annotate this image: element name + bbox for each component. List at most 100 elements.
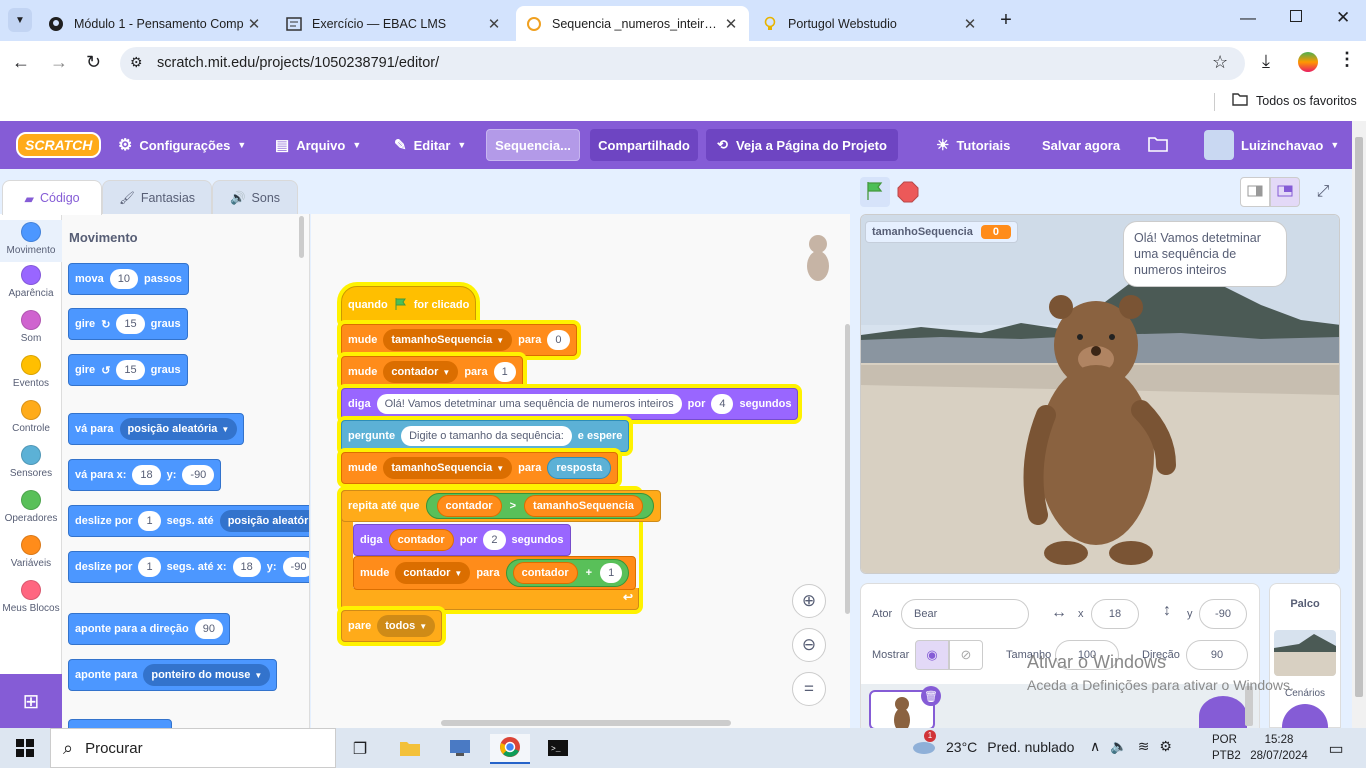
block-point-direction[interactable]: aponte para a direção 90 xyxy=(68,613,230,645)
settings-sync-icon[interactable]: ⚙ xyxy=(1159,738,1172,755)
page-scrollbar[interactable] xyxy=(1352,121,1366,728)
see-project-page-button[interactable]: ⟲ Veja a Página do Projeto xyxy=(706,129,898,161)
block-say-for-secs[interactable]: diga Olá! Vamos detetminar uma sequência … xyxy=(341,388,799,420)
file-explorer-button[interactable] xyxy=(390,734,430,764)
scrollbar-thumb[interactable] xyxy=(1355,137,1363,697)
scratch-logo[interactable]: SCRATCH xyxy=(16,121,102,169)
category-sound[interactable]: Som xyxy=(0,310,62,344)
forward-icon[interactable]: → xyxy=(50,52,68,73)
addend-input[interactable]: 1 xyxy=(600,563,623,583)
steps-input[interactable]: 10 xyxy=(109,269,138,289)
script-stack[interactable]: quando for clicado mude tamanhoSequencia ▼ p… xyxy=(339,282,799,652)
block-set-variable[interactable]: mude tamanhoSequencia ▼ para resposta xyxy=(341,452,619,484)
browser-tab-active[interactable]: Sequencia _numeros_inteiros on ✕ xyxy=(516,6,749,41)
tamanhosequencia-reporter[interactable]: tamanhoSequencia xyxy=(524,495,643,517)
variable-dropdown[interactable]: contador xyxy=(403,567,450,579)
y-position-input[interactable]: -90 xyxy=(1199,599,1247,629)
x-input[interactable]: 18 xyxy=(232,557,261,577)
stage-thumbnail[interactable] xyxy=(1274,630,1336,676)
size-input[interactable]: 100 xyxy=(1055,640,1119,670)
greater-than-operator[interactable]: contador > tamanhoSequencia xyxy=(425,493,654,519)
file-menu[interactable]: ▤ Arquivo ▼ xyxy=(275,121,361,169)
normal-stage-button[interactable] xyxy=(1270,177,1300,207)
my-stuff-button[interactable] xyxy=(1148,121,1168,169)
tab-sounds[interactable]: 🔊 Sons xyxy=(212,180,298,215)
add-backdrop-button[interactable] xyxy=(1282,704,1328,729)
zoom-in-button[interactable]: ⊕ xyxy=(792,584,826,618)
wifi-icon[interactable]: ≋ xyxy=(1138,738,1150,755)
url-text[interactable]: scratch.mit.edu/projects/1050238791/edit… xyxy=(157,55,439,71)
notifications-button[interactable]: ▭ xyxy=(1316,734,1356,764)
block-goto-xy[interactable]: vá para x: 18 y: -90 xyxy=(68,459,222,491)
glide-dropdown[interactable]: posição aleatória xyxy=(228,515,309,527)
settings-menu[interactable]: ⚙ Configurações ▼ xyxy=(118,121,246,169)
zoom-out-button[interactable]: ⊖ xyxy=(792,628,826,662)
contador-reporter[interactable]: contador xyxy=(512,562,578,584)
value-input[interactable]: 0 xyxy=(547,330,570,350)
variable-dropdown[interactable]: tamanhoSequencia xyxy=(391,462,492,474)
category-variables[interactable]: Variáveis xyxy=(0,535,62,569)
degrees-input[interactable]: 15 xyxy=(116,360,145,380)
category-looks[interactable]: Aparência xyxy=(0,265,62,299)
block-move-steps[interactable]: mova 10 passos xyxy=(68,263,189,295)
new-tab-button[interactable]: + xyxy=(994,8,1018,32)
block-set-variable[interactable]: mude tamanhoSequencia ▼ para 0 xyxy=(341,324,577,356)
block-partial[interactable] xyxy=(68,719,172,728)
sprite-name-input[interactable]: Bear xyxy=(901,599,1029,629)
x-input[interactable]: 18 xyxy=(132,465,161,485)
language-indicator[interactable]: POR PTB2 xyxy=(1212,732,1241,764)
green-flag-button[interactable] xyxy=(860,177,890,207)
minimize-button[interactable]: — xyxy=(1240,10,1256,28)
variable-monitor[interactable]: tamanhoSequencia 0 xyxy=(865,221,1018,243)
category-events[interactable]: Eventos xyxy=(0,355,62,389)
block-glide-xy[interactable]: deslize por 1 segs. até x: 18 y: -90 xyxy=(68,551,309,583)
block-set-variable[interactable]: mude contador ▼ para contador +1 xyxy=(353,556,637,590)
tab-costumes[interactable]: 🖌 Fantasias xyxy=(102,180,212,215)
y-input[interactable]: -90 xyxy=(282,557,309,577)
add-operator[interactable]: contador +1 xyxy=(505,559,630,587)
direction-input[interactable]: 90 xyxy=(1186,640,1248,670)
chrome-taskbar-button[interactable] xyxy=(490,734,530,764)
category-motion[interactable]: Movimento xyxy=(0,220,62,262)
site-info-icon[interactable]: ⚙ xyxy=(130,54,143,71)
block-ask-and-wait[interactable]: pergunte Digite o tamanho da sequência: e … xyxy=(341,420,630,452)
point-towards-dropdown[interactable]: ponteiro do mouse xyxy=(151,669,250,681)
contador-reporter[interactable]: contador xyxy=(436,495,502,517)
save-now-button[interactable]: Salvar agora xyxy=(1042,121,1120,169)
contador-reporter[interactable]: contador xyxy=(388,529,454,551)
answer-reporter[interactable]: resposta xyxy=(547,457,612,479)
restore-button[interactable] xyxy=(1290,10,1302,22)
stop-button[interactable] xyxy=(897,181,919,203)
block-glide[interactable]: deslize por 1 segs. até posição aleatória xyxy=(68,505,309,537)
secs-input[interactable]: 4 xyxy=(711,394,734,414)
category-operators[interactable]: Operadores xyxy=(0,490,62,524)
back-icon[interactable]: ← xyxy=(12,52,30,73)
block-goto[interactable]: vá para posição aleatória ▼ xyxy=(68,413,245,445)
stop-dropdown[interactable]: todos xyxy=(385,620,415,632)
sprite-list-scrollbar[interactable] xyxy=(1245,686,1253,726)
close-icon[interactable]: ✕ xyxy=(723,15,739,33)
script-vscrollbar[interactable] xyxy=(845,324,850,614)
project-title-field[interactable]: Sequencia... xyxy=(486,129,580,161)
close-icon[interactable]: ✕ xyxy=(486,15,502,33)
close-icon[interactable]: ✕ xyxy=(246,15,262,33)
block-turn-right[interactable]: gire ↻ 15 graus xyxy=(68,308,188,340)
bookmark-star-icon[interactable]: ☆ xyxy=(1212,52,1228,73)
show-sprite-button[interactable]: ◉ xyxy=(915,640,949,670)
system-tray[interactable]: ∧ 🔈 ≋ ⚙ xyxy=(1090,738,1172,755)
zoom-reset-button[interactable]: = xyxy=(792,672,826,706)
taskbar-search[interactable]: ⌕ Procurar xyxy=(50,728,336,768)
script-hscrollbar[interactable] xyxy=(441,720,731,726)
secs-input[interactable]: 2 xyxy=(483,530,506,550)
category-sensing[interactable]: Sensores xyxy=(0,445,62,479)
variable-dropdown[interactable]: contador xyxy=(391,366,438,378)
x-position-input[interactable]: 18 xyxy=(1091,599,1139,629)
tutorials-button[interactable]: ☀ Tutoriais xyxy=(936,121,1010,169)
tab-code[interactable]: ▰ Código xyxy=(2,180,102,215)
variable-dropdown[interactable]: tamanhoSequencia xyxy=(391,334,492,346)
profile-avatar[interactable] xyxy=(1298,52,1318,72)
reload-icon[interactable]: ↻ xyxy=(86,52,101,73)
chevron-up-icon[interactable]: ∧ xyxy=(1090,738,1100,755)
secs-input[interactable]: 1 xyxy=(138,511,161,531)
browser-tab[interactable]: Módulo 1 - Pensamento Comp ✕ xyxy=(38,6,272,41)
